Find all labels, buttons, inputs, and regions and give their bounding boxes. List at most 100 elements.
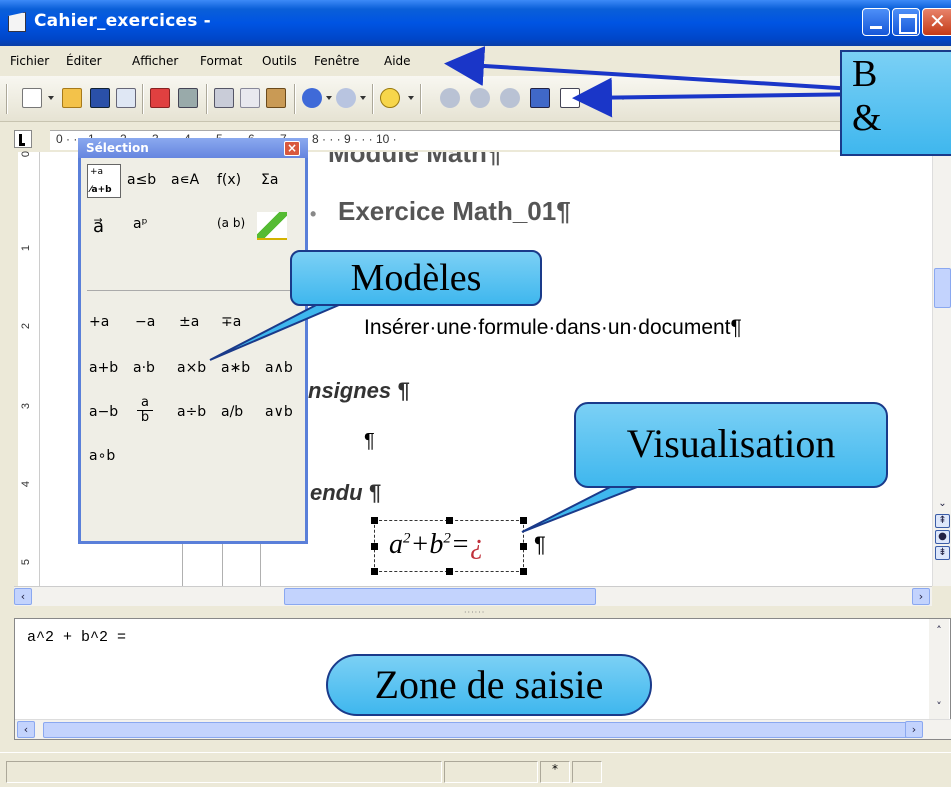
navigator-icon[interactable]: ● xyxy=(935,530,950,544)
addition-button[interactable]: a+b xyxy=(89,360,118,376)
update-icon[interactable] xyxy=(560,88,580,108)
scroll-right-icon[interactable]: › xyxy=(912,588,930,605)
editor-horizontal-scrollbar[interactable]: ‹ › xyxy=(15,719,951,739)
multiplication-star-button[interactable]: a∗b xyxy=(221,360,250,376)
new-dropdown-icon[interactable] xyxy=(48,96,54,100)
sigma-icon[interactable] xyxy=(590,88,610,108)
brackets-button[interactable]: aᵖ xyxy=(133,216,148,232)
functions-button[interactable]: f(x) xyxy=(217,172,241,188)
menu-format[interactable]: Format xyxy=(200,54,242,68)
undo-dropdown-icon[interactable] xyxy=(326,96,332,100)
scroll-down-icon[interactable]: ˅ xyxy=(930,699,948,716)
operators-button[interactable]: Σa xyxy=(261,172,278,188)
selection-close-button[interactable]: × xyxy=(284,141,300,156)
formula-object[interactable]: a2+b2=¿ xyxy=(371,517,527,575)
zoom-out-icon[interactable] xyxy=(500,88,520,108)
multiplication-x-button[interactable]: a×b xyxy=(177,360,206,376)
formula-input[interactable]: a^2 + b^2 = xyxy=(27,629,126,646)
heading-consignes: nsignes ¶ xyxy=(308,378,410,403)
document-vertical-scrollbar[interactable]: ⌄ ⇞ ● ⇟ xyxy=(932,152,951,586)
close-button[interactable]: ✕ xyxy=(922,8,951,36)
editor-vertical-scrollbar[interactable]: ˄ ˅ xyxy=(929,619,949,719)
concatenate-button[interactable]: a∘b xyxy=(89,448,115,464)
unary-minus-button[interactable]: −a xyxy=(135,314,155,330)
next-page-icon[interactable]: ⇟ xyxy=(935,546,950,560)
boolean-or-button[interactable]: a∨b xyxy=(265,404,293,420)
formula-dropdown-icon[interactable] xyxy=(620,96,626,100)
help-icon[interactable] xyxy=(380,88,400,108)
scroll-thumb[interactable] xyxy=(284,588,596,605)
redo-dropdown-icon[interactable] xyxy=(360,96,366,100)
copy-icon[interactable] xyxy=(240,88,260,108)
zoom-in-icon[interactable] xyxy=(440,88,460,108)
modified-indicator[interactable]: * xyxy=(540,761,570,783)
menu-aide[interactable]: Aide xyxy=(384,54,411,68)
document-horizontal-scrollbar[interactable]: ‹ › xyxy=(14,586,932,606)
open-folder-icon[interactable] xyxy=(62,88,82,108)
previous-page-icon[interactable]: ⇞ xyxy=(935,514,950,528)
others-pencil-icon[interactable] xyxy=(257,212,287,240)
multiplication-dot-button[interactable]: a·b xyxy=(133,360,155,376)
resize-handle[interactable] xyxy=(520,543,527,550)
save-icon[interactable] xyxy=(90,88,110,108)
new-document-icon[interactable] xyxy=(22,88,42,108)
vruler-tick: 2 xyxy=(20,322,33,330)
scroll-right-icon[interactable]: › xyxy=(905,721,923,738)
paste-icon[interactable] xyxy=(266,88,286,108)
empty-paragraph: ¶ xyxy=(364,430,375,452)
tab-stop-icon[interactable] xyxy=(14,130,32,148)
scroll-down-icon[interactable]: ⌄ xyxy=(935,498,950,512)
subtraction-button[interactable]: a−b xyxy=(89,404,118,420)
vertical-ruler[interactable]: 0 1 2 3 4 5 xyxy=(18,151,40,586)
zoom-100-icon[interactable] xyxy=(470,88,490,108)
resize-handle[interactable] xyxy=(371,543,378,550)
zone-de-saisie-callout: Zone de saisie xyxy=(326,654,652,716)
heading-module: Module Math¶ xyxy=(328,152,502,168)
selection-panel-titlebar[interactable]: Sélection × xyxy=(78,138,308,158)
boolean-and-button[interactable]: a∧b xyxy=(265,360,293,376)
toolbar-options-icon[interactable] xyxy=(408,96,414,100)
status-bar: * xyxy=(0,752,951,787)
redo-icon[interactable] xyxy=(336,88,356,108)
set-operations-button[interactable]: a∊A xyxy=(171,172,199,188)
vruler-tick: 1 xyxy=(20,244,33,252)
formula-display: a2+b2=¿ xyxy=(389,529,484,560)
minimize-button[interactable] xyxy=(862,8,890,36)
minus-plus-button[interactable]: ∓a xyxy=(221,314,241,330)
resize-handle[interactable] xyxy=(446,517,453,524)
print-icon[interactable] xyxy=(178,88,198,108)
menu-fichier[interactable]: Fichier xyxy=(10,54,49,68)
toolbar-separator xyxy=(294,84,296,114)
menu-outils[interactable]: Outils xyxy=(262,54,297,68)
scroll-up-icon[interactable]: ˄ xyxy=(930,623,948,640)
unary-binary-operators-button[interactable]: +a ⁄a+b xyxy=(87,164,121,198)
scroll-left-icon[interactable]: ‹ xyxy=(17,721,35,738)
formula-cursor-icon[interactable] xyxy=(530,88,550,108)
resize-handle[interactable] xyxy=(520,568,527,575)
menu-afficher[interactable]: Afficher xyxy=(132,54,178,68)
scroll-thumb[interactable] xyxy=(934,268,951,308)
resize-handle[interactable] xyxy=(371,517,378,524)
plus-minus-button[interactable]: ±a xyxy=(179,314,199,330)
scroll-thumb[interactable] xyxy=(43,722,909,738)
cut-icon[interactable] xyxy=(214,88,234,108)
undo-icon[interactable] xyxy=(302,88,322,108)
menu-editer[interactable]: Éditer xyxy=(66,54,102,68)
menu-fenetre[interactable]: Fenêtre xyxy=(314,54,359,68)
resize-handle[interactable] xyxy=(371,568,378,575)
formats-button[interactable]: (a b) xyxy=(217,216,245,230)
unary-plus-button[interactable]: +a xyxy=(89,314,109,330)
scroll-left-icon[interactable]: ‹ xyxy=(14,588,32,605)
fraction-button[interactable]: ab xyxy=(137,396,153,425)
attributes-button[interactable]: a⃗ xyxy=(93,216,104,237)
fraction-denominator: b xyxy=(140,410,150,425)
pane-splitter[interactable]: ······ xyxy=(14,606,951,618)
export-pdf-icon[interactable] xyxy=(150,88,170,108)
relations-button[interactable]: a≤b xyxy=(127,172,156,188)
slash-button[interactable]: a/b xyxy=(221,404,243,420)
email-icon[interactable] xyxy=(116,88,136,108)
resize-handle[interactable] xyxy=(520,517,527,524)
maximize-button[interactable] xyxy=(892,8,920,36)
division-button[interactable]: a÷b xyxy=(177,404,206,420)
resize-handle[interactable] xyxy=(446,568,453,575)
